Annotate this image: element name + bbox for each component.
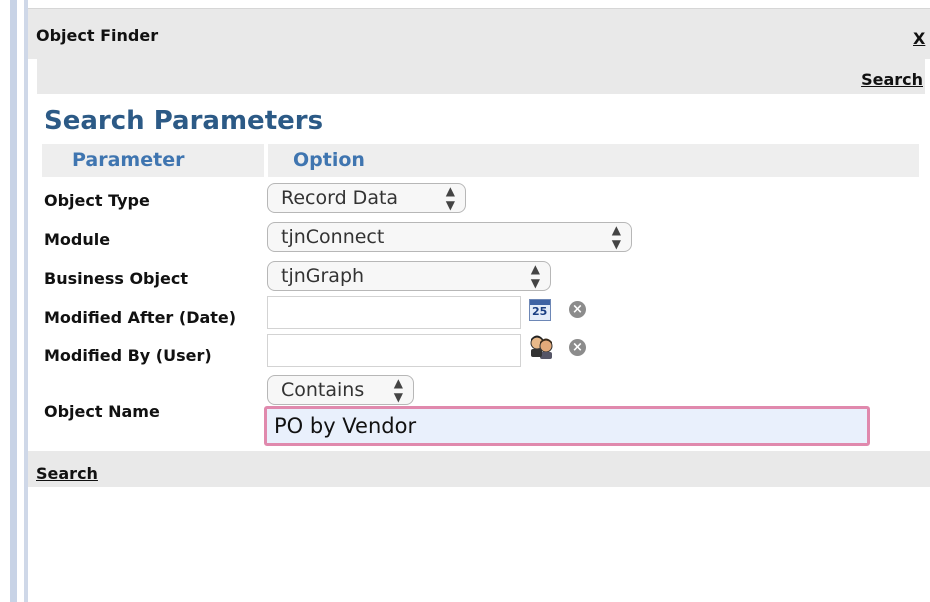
- clear-date-icon[interactable]: ×: [569, 301, 586, 318]
- updown-arrows-icon: ▲ ▼: [445, 184, 455, 212]
- updown-arrows-icon: ▲ ▼: [611, 223, 621, 251]
- updown-arrows-icon: ▲ ▼: [530, 262, 540, 290]
- column-header-option: Option: [293, 149, 365, 171]
- object-type-label: Object Type: [44, 191, 150, 210]
- column-header-row: Parameter Option: [42, 144, 919, 177]
- top-toolbar: Search: [37, 58, 925, 94]
- bottom-toolbar: Search: [28, 451, 930, 487]
- module-value: tjnConnect: [281, 226, 385, 248]
- module-select[interactable]: tjnConnect ▲ ▼: [267, 222, 632, 252]
- modified-after-input[interactable]: [267, 296, 521, 329]
- object-type-value: Record Data: [281, 187, 399, 209]
- clear-user-icon[interactable]: ×: [569, 339, 586, 356]
- object-type-select[interactable]: Record Data ▲ ▼: [267, 183, 466, 213]
- modified-by-input[interactable]: [267, 334, 521, 367]
- object-name-input[interactable]: PO by Vendor: [264, 406, 870, 446]
- object-name-label: Object Name: [44, 402, 160, 421]
- business-object-select[interactable]: tjnGraph ▲ ▼: [267, 261, 551, 291]
- section-heading: Search Parameters: [44, 106, 324, 136]
- object-name-match-value: Contains: [281, 379, 365, 401]
- search-link-top[interactable]: Search: [861, 70, 923, 89]
- calendar-icon[interactable]: 25: [529, 299, 551, 321]
- business-object-value: tjnGraph: [281, 265, 365, 287]
- column-divider: [264, 144, 268, 177]
- module-label: Module: [44, 230, 111, 249]
- object-finder-dialog: Object Finder X Search Search Parameters…: [28, 8, 930, 602]
- window-edge: [10, 0, 17, 602]
- close-button[interactable]: X: [913, 29, 925, 48]
- search-link-bottom[interactable]: Search: [36, 464, 98, 483]
- modified-by-label: Modified By (User): [44, 346, 212, 365]
- calendar-icon-day: 25: [532, 305, 548, 318]
- dialog-titlebar: Object Finder X: [28, 8, 930, 59]
- dialog-title: Object Finder: [36, 26, 159, 45]
- modified-after-label: Modified After (Date): [44, 308, 237, 327]
- updown-arrows-icon: ▲ ▼: [393, 376, 403, 404]
- object-name-match-select[interactable]: Contains ▲ ▼: [267, 375, 414, 405]
- column-header-parameter: Parameter: [72, 149, 185, 171]
- business-object-label: Business Object: [44, 269, 188, 288]
- users-icon[interactable]: [528, 333, 555, 360]
